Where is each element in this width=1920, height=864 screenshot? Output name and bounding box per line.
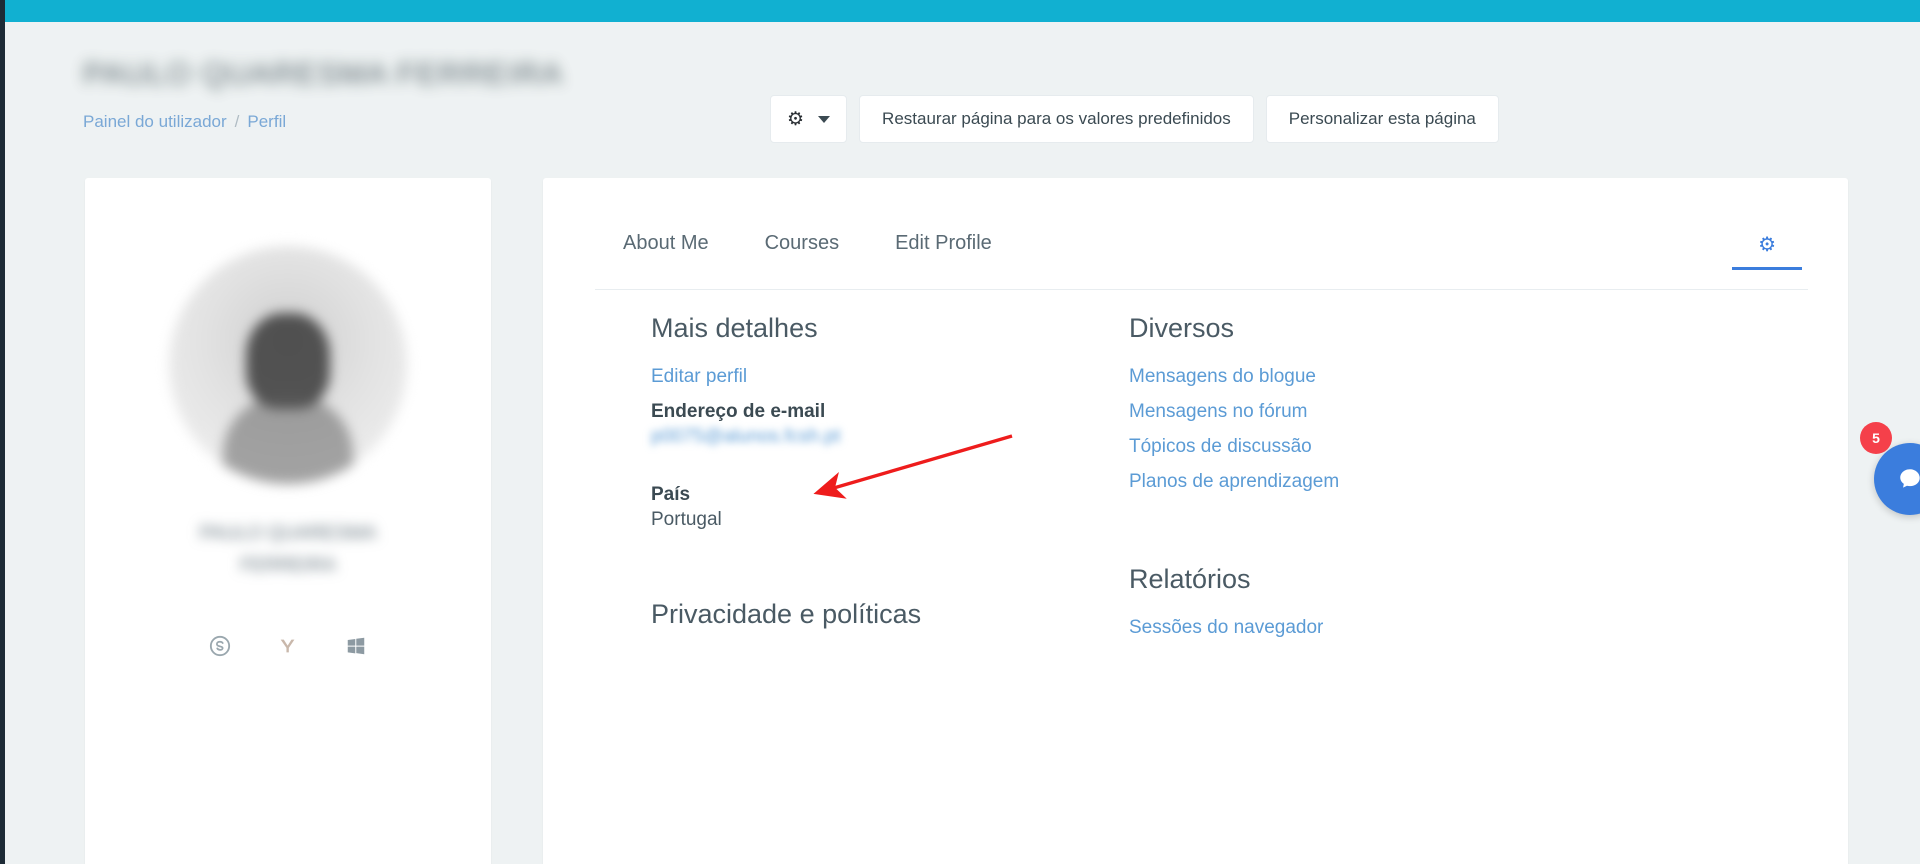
profile-tabs: About Me Courses Edit Profile ⚙: [595, 220, 1808, 290]
page-header: PAULO QUARESMA FERREIRA Painel do utiliz…: [0, 22, 1920, 160]
settings-dropdown-button[interactable]: ⚙: [770, 95, 848, 143]
breadcrumb-separator: /: [234, 112, 240, 131]
tab-courses[interactable]: Courses: [737, 220, 867, 267]
link-blog-posts[interactable]: Mensagens do blogue: [1129, 366, 1555, 388]
section-title-misc: Diversos: [1129, 313, 1235, 343]
email-address-value[interactable]: p0075@alunos.fcsh.pt: [651, 426, 1075, 448]
tab-settings-gear-button[interactable]: ⚙: [1726, 220, 1808, 270]
section-title-more-details: Mais detalhes: [651, 313, 818, 343]
profile-content-card: About Me Courses Edit Profile ⚙ Mais det…: [543, 178, 1848, 864]
active-tab-indicator: [1732, 267, 1802, 270]
link-forum-posts[interactable]: Mensagens no fórum: [1129, 401, 1555, 423]
section-title-reports: Relatórios: [1129, 564, 1251, 594]
details-column: Mais detalhes Editar perfil Endereço de …: [595, 313, 1075, 864]
tab-edit-profile[interactable]: Edit Profile: [867, 220, 1020, 267]
reset-page-button[interactable]: Restaurar página para os valores predefi…: [859, 95, 1254, 143]
breadcrumb-item-profile[interactable]: Perfil: [247, 112, 286, 132]
profile-content-body: Mais detalhes Editar perfil Endereço de …: [595, 313, 1808, 864]
misc-column: Diversos Mensagens do blogue Mensagens n…: [1075, 313, 1555, 864]
link-discussion-topics[interactable]: Tópicos de discussão: [1129, 436, 1555, 458]
header-button-group: ⚙ Restaurar página para os valores prede…: [770, 95, 1499, 143]
chat-unread-badge[interactable]: 5: [1860, 422, 1892, 454]
link-browser-sessions[interactable]: Sessões do navegador: [1129, 617, 1555, 639]
profile-summary-card: PAULO QUARESMA FERREIRA 0 73: [85, 178, 491, 864]
tab-about-me[interactable]: About Me: [595, 220, 737, 267]
country-value: Portugal: [651, 509, 722, 530]
app-top-accent-bar: [0, 0, 1920, 22]
breadcrumb-item-dashboard[interactable]: Painel do utilizador: [83, 112, 227, 132]
gear-icon: ⚙: [1758, 234, 1776, 256]
avatar[interactable]: [169, 246, 407, 484]
customize-page-button[interactable]: Personalizar esta página: [1265, 95, 1499, 143]
skype-icon[interactable]: [207, 633, 233, 659]
social-links-row: [207, 633, 369, 659]
link-learning-plans[interactable]: Planos de aprendizagem: [1129, 471, 1555, 493]
gear-icon: ⚙: [787, 108, 805, 130]
yahoo-icon[interactable]: [275, 633, 301, 659]
windows-icon[interactable]: [343, 633, 369, 659]
section-title-privacy-policies: Privacidade e políticas: [651, 599, 922, 629]
chevron-down-icon: [818, 115, 831, 123]
chat-bubble-icon: [1900, 469, 1920, 488]
profile-display-name: PAULO QUARESMA FERREIRA: [199, 523, 377, 577]
browser-left-edge: [0, 0, 5, 864]
email-address-label: Endereço de e-mail: [651, 401, 826, 422]
breadcrumb: Painel do utilizador / Perfil: [83, 112, 286, 132]
edit-profile-link[interactable]: Editar perfil: [651, 366, 1075, 388]
country-label: País: [651, 484, 691, 505]
page-title: PAULO QUARESMA FERREIRA: [83, 56, 564, 91]
